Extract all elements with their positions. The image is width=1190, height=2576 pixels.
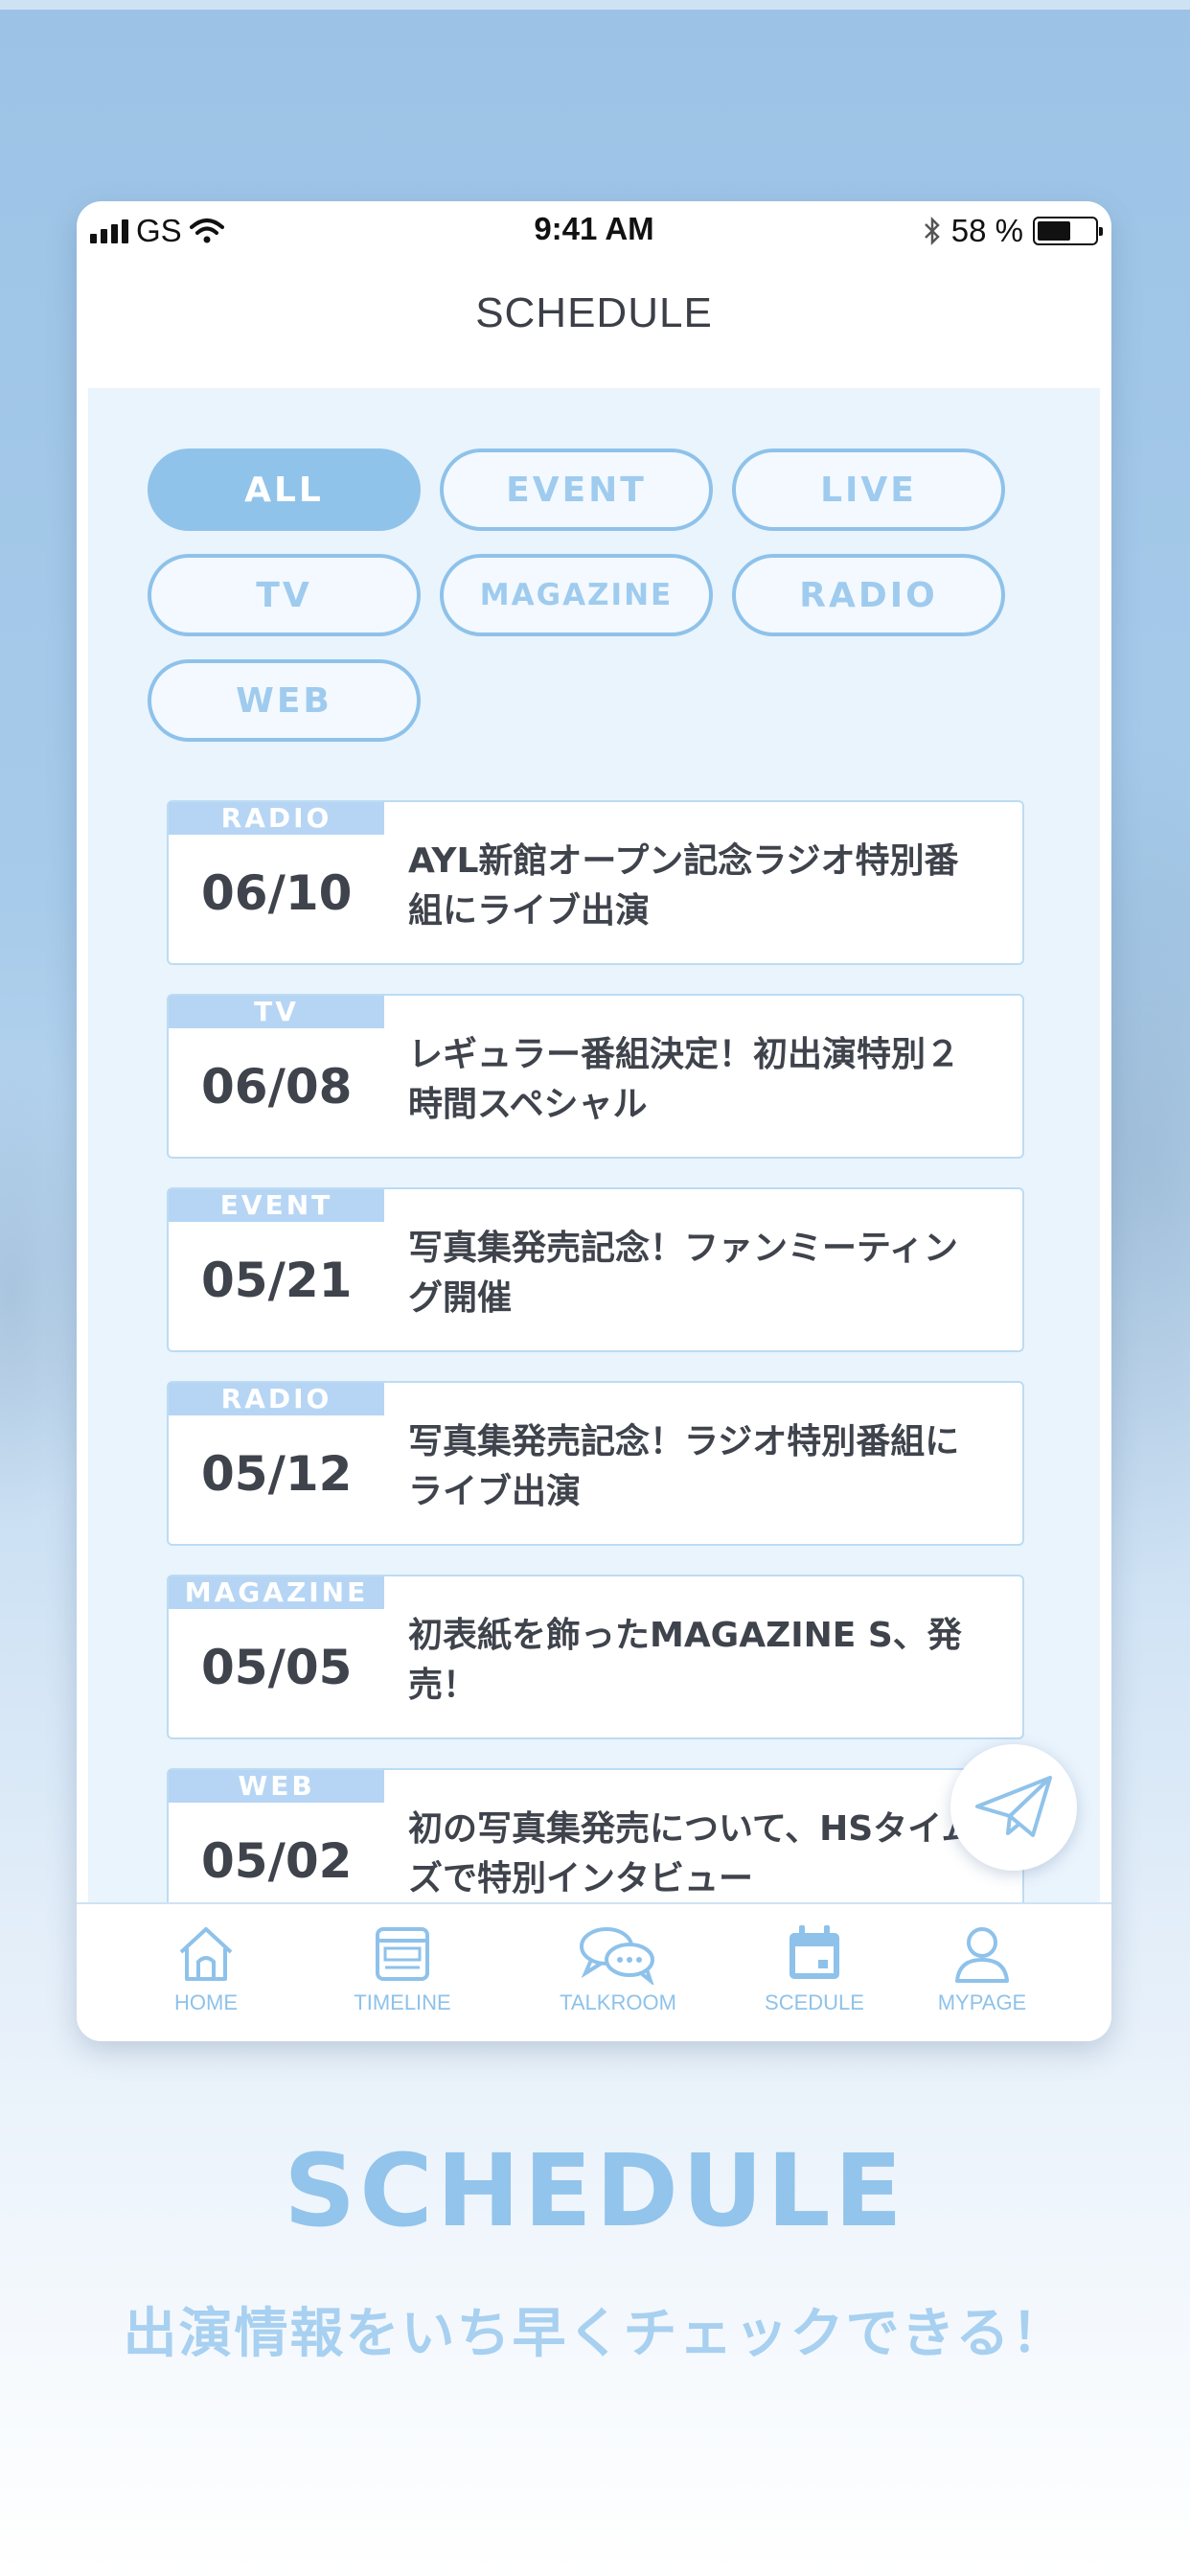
schedule-date: 06/10 — [201, 865, 353, 921]
schedule-date: 05/12 — [201, 1446, 353, 1502]
schedule-content: ALL EVENT LIVE TV MAGAZINE RADIO WEB RAD… — [88, 388, 1100, 1902]
category-badge: EVENT — [169, 1189, 384, 1222]
category-badge: WEB — [169, 1770, 384, 1803]
schedule-item[interactable]: EVENT 05/21 写真集発売記念！ファンミーティング開催 — [167, 1187, 1024, 1352]
chat-bubbles-icon — [580, 1927, 654, 1985]
battery-icon — [1033, 217, 1103, 245]
schedule-item[interactable]: RADIO 06/10 AYL新館オープン記念ラジオ特別番組にライブ出演 — [167, 800, 1024, 965]
schedule-title: 写真集発売記念！ラジオ特別番組にライブ出演 — [408, 1422, 960, 1511]
person-icon — [955, 1927, 1009, 1983]
schedule-item[interactable]: WEB 05/02 初の写真集発売について、HSタイムズで特別インタビュー — [167, 1768, 1024, 1902]
filter-label: EVENT — [506, 470, 647, 510]
schedule-title: 初の写真集発売について、HSタイムズで特別インタビュー — [408, 1809, 976, 1898]
calendar-icon — [790, 1925, 839, 1979]
tab-label: SCEDULE — [765, 1990, 864, 2014]
top-strip — [0, 0, 1190, 10]
filter-chip-web[interactable]: WEB — [148, 659, 421, 742]
filter-chip-tv[interactable]: TV — [148, 554, 421, 636]
schedule-date: 05/21 — [201, 1253, 353, 1308]
home-icon — [179, 1927, 233, 1981]
filter-chip-magazine[interactable]: MAGAZINE — [440, 554, 713, 636]
filter-label: ALL — [244, 470, 324, 510]
tab-label: TIMELINE — [354, 1990, 451, 2014]
schedule-date: 05/05 — [201, 1640, 353, 1695]
tab-home[interactable]: HOME — [120, 1923, 292, 2015]
filter-label: WEB — [236, 680, 332, 721]
tab-label: TALKROOM — [560, 1990, 676, 2014]
schedule-title: レギュラー番組決定！初出演特別２時間スペシャル — [408, 1035, 961, 1124]
status-bar: GS 9:41 AM 58 % — [77, 201, 1111, 259]
filter-chip-live[interactable]: LIVE — [732, 448, 1005, 531]
bluetooth-icon — [924, 216, 940, 246]
tab-talkroom[interactable]: TALKROOM — [532, 1923, 704, 2015]
schedule-item[interactable]: TV 06/08 レギュラー番組決定！初出演特別２時間スペシャル — [167, 994, 1024, 1159]
category-badge: MAGAZINE — [169, 1576, 384, 1609]
tab-label: HOME — [174, 1990, 238, 2014]
tab-mypage[interactable]: MYPAGE — [896, 1923, 1068, 2015]
tab-bar: HOME TIMELINE TALKROOM SCEDULE MYPAGE — [77, 1902, 1111, 2041]
filter-chip-all[interactable]: ALL — [148, 448, 421, 531]
promo-subtitle: 出演情報をいち早くチェックできる！ — [123, 2303, 1067, 2365]
filter-chip-radio[interactable]: RADIO — [732, 554, 1005, 636]
phone-screen: GS 9:41 AM 58 % SCHEDULE ALL EVENT LIVE … — [77, 201, 1111, 2041]
page-title: SCHEDULE — [475, 289, 713, 336]
filter-label: RADIO — [799, 575, 938, 615]
status-right: 58 % — [923, 213, 1103, 249]
schedule-item[interactable]: MAGAZINE 05/05 初表紙を飾ったMAGAZINE S、発売！ — [167, 1575, 1024, 1739]
schedule-title: 写真集発売記念！ファンミーティング開催 — [408, 1229, 958, 1318]
promo-title: SCHEDULE — [284, 2132, 906, 2249]
schedule-title: 初表紙を飾ったMAGAZINE S、発売！ — [408, 1616, 962, 1705]
paper-plane-icon — [975, 1776, 1052, 1837]
tab-schedule[interactable]: SCEDULE — [728, 1923, 901, 2015]
timeline-icon — [376, 1927, 429, 1981]
tab-label: MYPAGE — [937, 1990, 1027, 2014]
schedule-date: 05/02 — [201, 1833, 353, 1889]
filter-chip-event[interactable]: EVENT — [440, 448, 713, 531]
category-badge: RADIO — [169, 1383, 384, 1415]
filter-label: TV — [256, 575, 312, 615]
battery-percent: 58 % — [950, 213, 1023, 248]
schedule-item[interactable]: RADIO 05/12 写真集発売記念！ラジオ特別番組にライブ出演 — [167, 1381, 1024, 1546]
filter-label: LIVE — [820, 470, 917, 510]
schedule-date: 06/08 — [201, 1059, 353, 1115]
category-badge: RADIO — [169, 802, 384, 835]
category-badge: TV — [169, 996, 384, 1028]
tab-timeline[interactable]: TIMELINE — [316, 1923, 489, 2015]
schedule-title: AYL新館オープン記念ラジオ特別番組にライブ出演 — [408, 841, 959, 931]
filter-label: MAGAZINE — [479, 578, 674, 612]
send-button[interactable] — [950, 1744, 1077, 1871]
